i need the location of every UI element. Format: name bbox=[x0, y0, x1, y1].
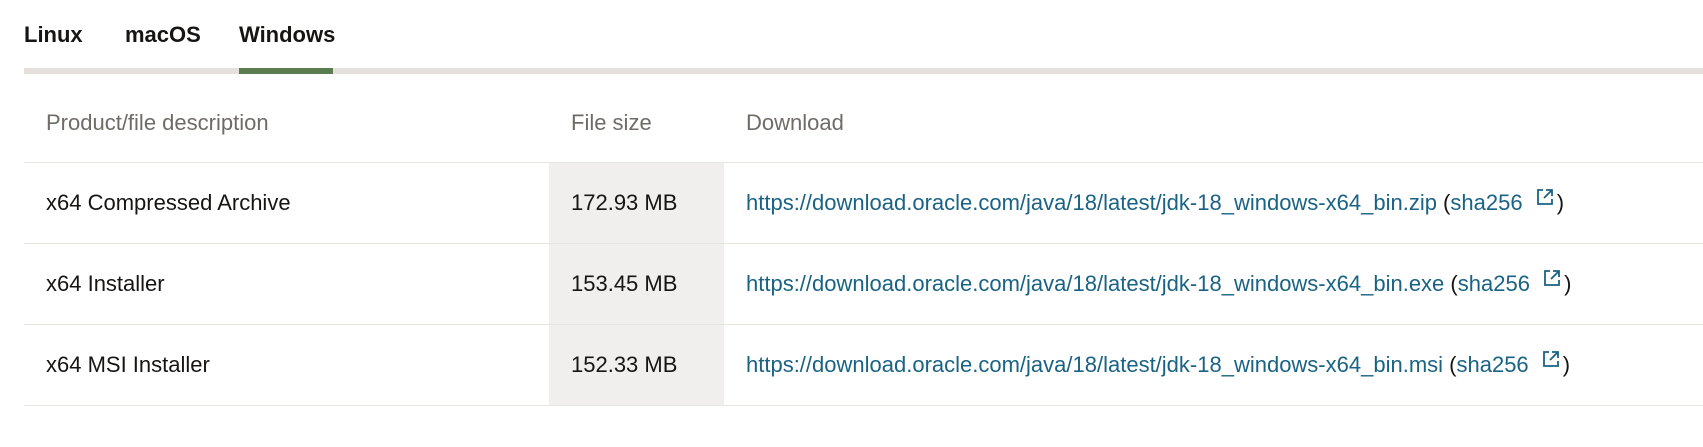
tab-linux-label: Linux bbox=[24, 22, 83, 47]
tab-linux[interactable]: Linux bbox=[24, 0, 83, 74]
file-size: 172.93 MB bbox=[549, 163, 724, 243]
table-row: x64 Installer 153.45 MB https://download… bbox=[24, 244, 1703, 325]
external-link-icon bbox=[1541, 349, 1561, 369]
tab-windows-label: Windows bbox=[239, 22, 336, 47]
os-tabs: Linux macOS Windows bbox=[24, 0, 1703, 74]
sha256-link[interactable]: sha256 bbox=[1457, 268, 1564, 297]
file-size: 152.33 MB bbox=[549, 325, 724, 405]
tab-macos[interactable]: macOS bbox=[125, 0, 201, 74]
download-cell: https://download.oracle.com/java/18/late… bbox=[724, 163, 1703, 243]
paren-open: ( bbox=[1444, 271, 1458, 296]
table-row: x64 Compressed Archive 172.93 MB https:/… bbox=[24, 163, 1703, 244]
download-link[interactable]: https://download.oracle.com/java/18/late… bbox=[746, 190, 1437, 216]
column-header-download: Download bbox=[746, 110, 844, 135]
paren-close: ) bbox=[1562, 352, 1571, 377]
download-link[interactable]: https://download.oracle.com/java/18/late… bbox=[746, 271, 1444, 297]
paren-close: ) bbox=[1564, 271, 1572, 296]
paren-open: ( bbox=[1443, 352, 1457, 377]
file-description: x64 Compressed Archive bbox=[46, 190, 291, 215]
file-description: x64 Installer bbox=[46, 271, 165, 296]
sha256-link[interactable]: sha256 bbox=[1456, 349, 1562, 378]
sha256-label: sha256 bbox=[1450, 190, 1523, 215]
external-link-icon bbox=[1535, 187, 1555, 207]
file-size: 153.45 MB bbox=[549, 244, 724, 324]
paren-open: ( bbox=[1436, 190, 1451, 215]
download-cell: https://download.oracle.com/java/18/late… bbox=[724, 325, 1703, 405]
tab-macos-label: macOS bbox=[125, 22, 201, 47]
sha256-label: sha256 bbox=[1457, 271, 1530, 296]
column-header-file-size: File size bbox=[571, 110, 652, 135]
sha256-label: sha256 bbox=[1456, 352, 1529, 377]
tab-windows[interactable]: Windows bbox=[239, 0, 336, 74]
column-header-description: Product/file description bbox=[46, 110, 269, 135]
table-header-row: Product/file description File size Downl… bbox=[24, 84, 1703, 163]
paren-close: ) bbox=[1556, 190, 1565, 215]
external-link-icon bbox=[1542, 268, 1562, 288]
download-cell: https://download.oracle.com/java/18/late… bbox=[724, 244, 1703, 324]
sha256-link[interactable]: sha256 bbox=[1450, 187, 1556, 216]
download-table: Product/file description File size Downl… bbox=[24, 84, 1703, 406]
table-row: x64 MSI Installer 152.33 MB https://down… bbox=[24, 325, 1703, 406]
active-tab-indicator bbox=[239, 68, 333, 74]
file-description: x64 MSI Installer bbox=[46, 352, 210, 377]
download-link[interactable]: https://download.oracle.com/java/18/late… bbox=[746, 352, 1443, 378]
